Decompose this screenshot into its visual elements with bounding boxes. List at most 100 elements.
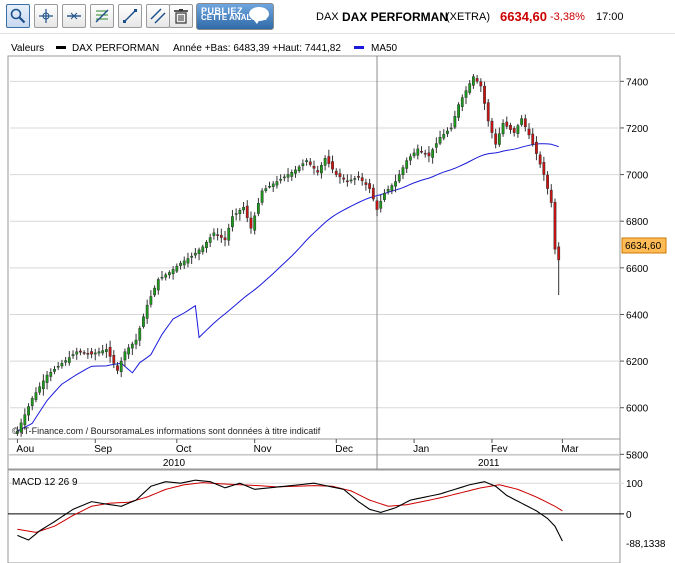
y-tick-label: 7200 (626, 124, 649, 135)
candle-body (486, 102, 490, 122)
candle-body (297, 166, 301, 171)
month-label: Sep (94, 444, 112, 455)
candle-body (171, 269, 175, 274)
range-stats: Année +Bas: 6483,39 +Haut: 7441,82 (173, 43, 341, 54)
candle-body (423, 152, 427, 155)
ma50-swatch (354, 46, 364, 49)
chart-area[interactable]: 5800 6000 6200 6400 6600 6800 7000 7200 7400 Aou… (0, 34, 675, 563)
y-tick-label: 6800 (626, 217, 649, 228)
last-price: 6634,60 (500, 9, 547, 24)
candle-body (345, 180, 349, 183)
candle-body (201, 246, 205, 253)
candle-body (316, 170, 320, 173)
candle-body (160, 276, 164, 279)
y-tick-label: 6000 (626, 404, 649, 415)
candle-body (286, 174, 290, 178)
candle-body (323, 158, 327, 166)
candle-body (523, 118, 527, 128)
candle-body (156, 279, 160, 291)
price-tag-value: 6634,60 (625, 241, 662, 252)
candle-body (64, 360, 68, 363)
candle-body (531, 133, 535, 145)
candle-body (397, 174, 401, 182)
candle-body (449, 127, 453, 130)
candle-body (472, 76, 475, 86)
candle-body (542, 161, 546, 175)
candle-body (342, 177, 346, 180)
candle-body (364, 182, 368, 185)
price-y-axis: 5800 6000 6200 6400 6600 6800 7000 7200 7400 (620, 77, 649, 461)
candle-body (431, 149, 435, 158)
candle-body (238, 209, 242, 215)
candle-body (101, 350, 105, 354)
candle-body (56, 365, 60, 368)
candle-body (320, 164, 323, 174)
candle-body (193, 252, 197, 256)
crosshair-tool-button[interactable] (34, 4, 58, 28)
candle-body (27, 406, 30, 416)
candle-body (149, 296, 153, 305)
trendline-icon (123, 9, 137, 23)
candle-body (549, 189, 553, 203)
fibonacci-icon (95, 9, 109, 23)
candle-body (294, 169, 297, 174)
candle-body (264, 188, 268, 192)
candle-body (268, 185, 271, 188)
candle-body (130, 343, 134, 349)
month-label: Dec (335, 444, 353, 455)
copyright-notice: © IT-Finance.com / BoursoramaLes informa… (12, 426, 321, 436)
candle-body (312, 166, 316, 169)
candle-body (475, 78, 479, 82)
candle-body (249, 217, 253, 229)
parallel-lines-tool-button[interactable] (146, 4, 170, 28)
candle-body (349, 179, 353, 182)
candle-body (553, 201, 557, 250)
candle-body (60, 363, 64, 367)
zoom-tool-button[interactable] (6, 4, 30, 28)
candle-body (97, 351, 101, 354)
candle-body (223, 237, 227, 241)
candle-body (153, 287, 156, 296)
parallel-lines-icon (150, 8, 166, 24)
candle-body (379, 201, 383, 209)
candle-body (434, 143, 438, 148)
candle-body (520, 118, 524, 125)
candle-body (301, 163, 305, 167)
candle-body (49, 372, 53, 377)
y-tick-label: 5800 (626, 450, 649, 461)
candle-body (338, 173, 342, 178)
candle-body (368, 183, 372, 189)
y-tick-label: 6200 (626, 357, 649, 368)
delete-tool-button[interactable] (169, 4, 193, 28)
candle-body (535, 141, 538, 154)
candle-body (442, 133, 446, 139)
macd-label: MACD 12 26 9 (12, 477, 78, 488)
candle-body (127, 347, 131, 355)
candle-body (205, 241, 208, 249)
candle-body (279, 178, 283, 181)
toolbar: PUBLIEZ CETTE ANALYSE DAX DAX PERFORMAN … (0, 0, 675, 34)
candle-body (123, 351, 127, 361)
candle-body (271, 183, 275, 187)
candle-body (138, 328, 142, 341)
fibonacci-tool-button[interactable] (90, 4, 114, 28)
candle-body (256, 202, 260, 214)
candle-body (104, 349, 108, 352)
horizontal-line-tool-button[interactable] (62, 4, 86, 28)
publish-analysis-button[interactable]: PUBLIEZ CETTE ANALYSE (196, 3, 274, 30)
candle-body (112, 355, 116, 364)
candle-body (234, 213, 238, 215)
candle-body (386, 189, 390, 192)
candle-body (30, 398, 34, 407)
exchange-label: (XETRA) (446, 11, 490, 23)
trendline-tool-button[interactable] (118, 4, 142, 28)
candle-body (282, 176, 286, 179)
candle-body (446, 130, 449, 134)
candle-body (253, 215, 257, 231)
candle-body (505, 121, 509, 127)
candle-body (75, 351, 79, 355)
candle-body (175, 265, 179, 272)
month-label: Oct (176, 444, 192, 455)
candle-body (353, 178, 357, 180)
candle-body (41, 380, 45, 390)
